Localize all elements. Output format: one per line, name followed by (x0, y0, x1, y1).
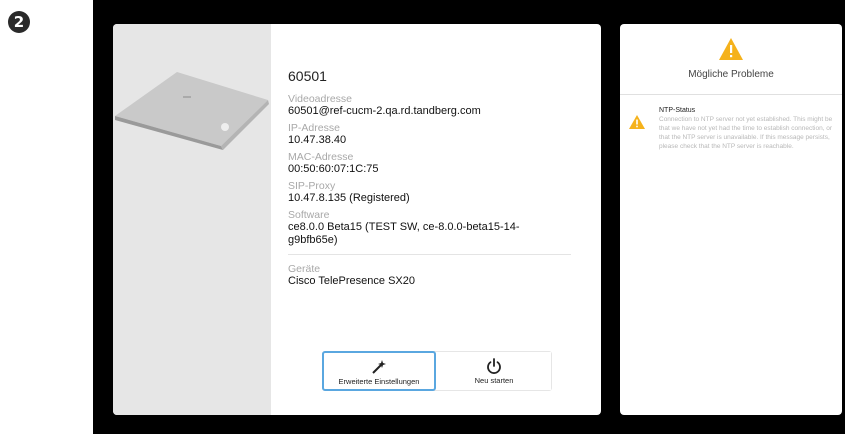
warning-icon (719, 38, 743, 60)
devices-value: Cisco TelePresence SX20 (288, 275, 415, 287)
restart-button[interactable]: Neu starten (437, 352, 551, 390)
video-address-value: 60501@ref-cucm-2.qa.rd.tandberg.com (288, 105, 481, 117)
advanced-settings-label: Erweiterte Einstellungen (338, 377, 420, 386)
software-value: ce8.0.0 Beta15 (TEST SW, ce-8.0.0-beta15… (288, 221, 520, 246)
restart-label: Neu starten (474, 376, 514, 385)
issue-name: NTP-Status (659, 107, 696, 114)
devices-label: Geräte (288, 263, 321, 275)
ip-address-value: 10.47.38.40 (288, 134, 347, 146)
video-address-label: Videoadresse (288, 93, 353, 105)
power-icon (487, 358, 501, 374)
sip-proxy-value: 10.47.8.135 (Registered) (288, 192, 410, 204)
device-name: 60501 (288, 68, 327, 84)
magic-wand-icon (372, 360, 386, 374)
divider (288, 254, 571, 255)
issues-panel: Mögliche Probleme NTP-Status Connection … (620, 24, 842, 415)
device-image (115, 72, 269, 150)
sip-proxy-label: SIP-Proxy (288, 180, 336, 192)
device-screen: 60501 Videoadresse 60501@ref-cucm-2.qa.r… (93, 0, 845, 434)
issues-header: Mögliche Probleme (620, 24, 842, 95)
issue-description: Connection to NTP server not yet establi… (659, 116, 833, 150)
step-number-badge: 2 (8, 11, 30, 33)
mac-address-value: 00:50:60:07:1C:75 (288, 163, 379, 175)
ip-address-label: IP-Adresse (288, 122, 340, 134)
mac-address-label: MAC-Adresse (288, 151, 354, 163)
device-info-card: 60501 Videoadresse 60501@ref-cucm-2.qa.r… (113, 24, 601, 415)
software-label: Software (288, 209, 330, 221)
device-image-pane (113, 24, 271, 415)
warning-icon (629, 115, 645, 129)
issues-title: Mögliche Probleme (688, 69, 774, 80)
device-details: 60501 Videoadresse 60501@ref-cucm-2.qa.r… (288, 68, 578, 292)
issue-item: NTP-Status Connection to NTP server not … (628, 107, 833, 151)
action-buttons: Erweiterte Einstellungen Neu starten (322, 351, 552, 391)
advanced-settings-button[interactable]: Erweiterte Einstellungen (322, 351, 436, 391)
